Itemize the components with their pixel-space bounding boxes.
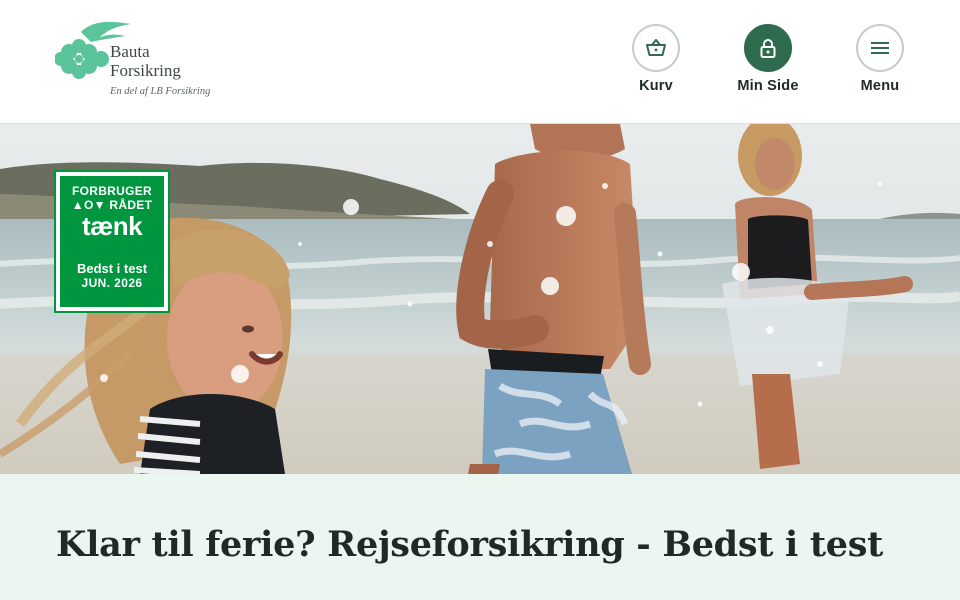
hamburger-icon xyxy=(871,42,889,54)
badge-award: Bedst i test xyxy=(76,261,148,276)
bauta-logo[interactable]: Bauta Forsikring En del af LB Forsikring xyxy=(55,20,225,102)
cart-button[interactable]: Kurv xyxy=(632,24,680,94)
brand-tagline: En del af LB Forsikring xyxy=(110,86,211,97)
intro-section: Klar til ferie? Rejseforsikring - Bedst … xyxy=(0,474,960,600)
hero-image: FORBRUGER ▲O▼ RÅDET tænk Bedst i test JU… xyxy=(0,124,960,474)
header-nav: Kurv Min Side Menu xyxy=(632,24,904,94)
badge-line-1: FORBRUGER xyxy=(71,184,153,198)
menu-label: Menu xyxy=(860,78,900,94)
badge-line-2: ▲O▼ RÅDET xyxy=(71,198,153,212)
page-title: Klar til ferie? Rejseforsikring - Bedst … xyxy=(56,524,883,565)
site-header: Bauta Forsikring En del af LB Forsikring… xyxy=(0,0,960,124)
badge-brand: tænk xyxy=(81,211,143,241)
cart-label: Kurv xyxy=(639,78,673,94)
menu-button[interactable]: Menu xyxy=(856,24,904,94)
badge-date: JUN. 2026 xyxy=(81,276,143,290)
my-page-button[interactable]: Min Side xyxy=(737,24,798,94)
lock-icon xyxy=(760,39,776,58)
brand-name: Bauta Forsikring xyxy=(110,42,181,80)
basket-icon xyxy=(646,39,666,56)
best-in-test-badge: FORBRUGER ▲O▼ RÅDET tænk Bedst i test JU… xyxy=(54,170,170,313)
my-page-label: Min Side xyxy=(737,78,799,94)
